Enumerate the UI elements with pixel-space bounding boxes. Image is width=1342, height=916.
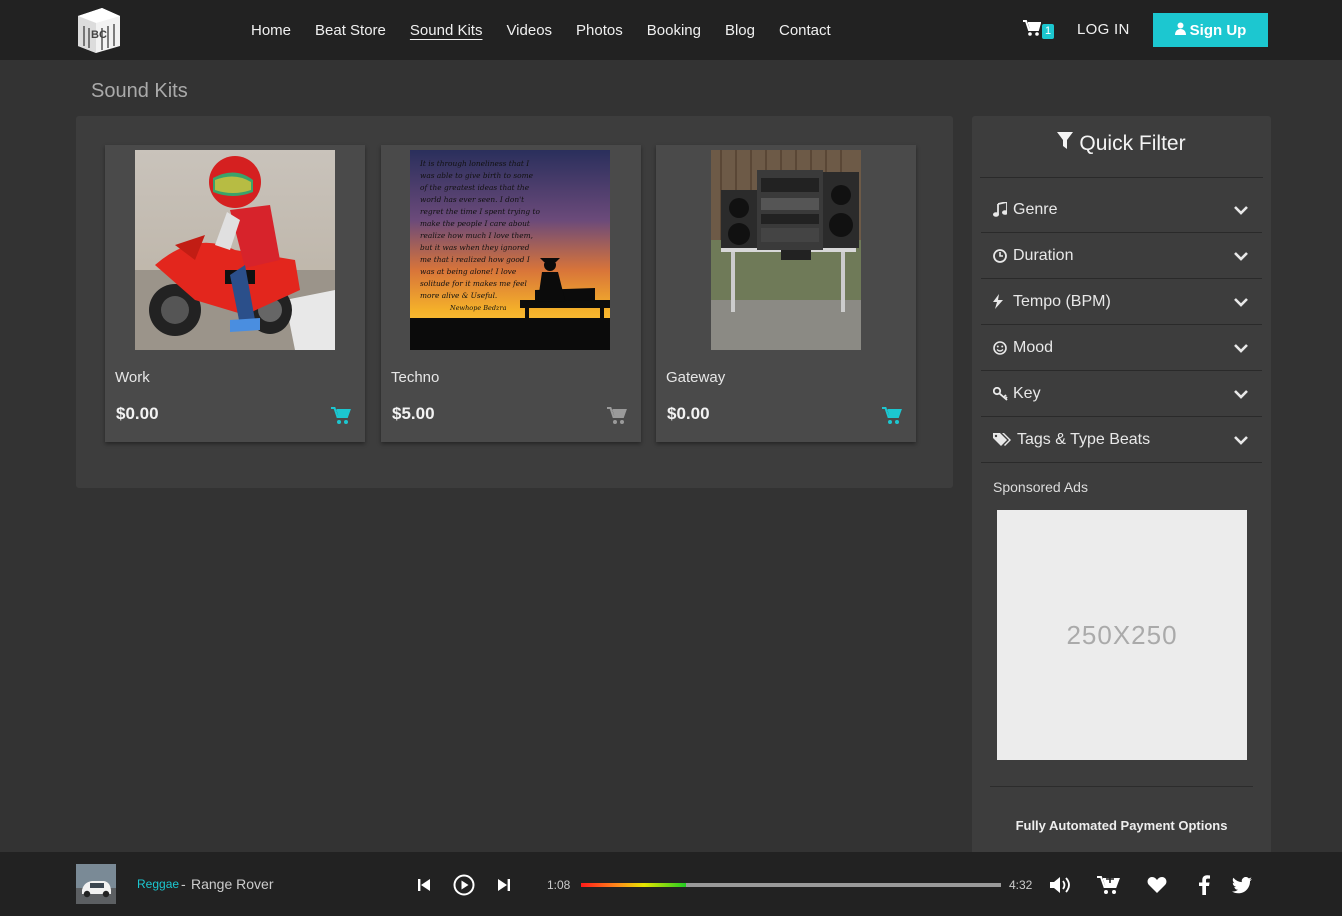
play-icon[interactable] [453, 874, 475, 896]
track-genre-link[interactable]: Reggae [137, 877, 179, 891]
heart-icon[interactable] [1146, 874, 1168, 896]
ad-placeholder[interactable]: 250X250 [997, 510, 1247, 760]
add-to-cart-icon[interactable] [1097, 874, 1121, 896]
nav-beat-store[interactable]: Beat Store [315, 22, 386, 39]
filter-label: Tags & Type Beats [1017, 430, 1151, 448]
svg-text:me that i realized how good I: me that i realized how good I [420, 255, 531, 264]
nav-videos[interactable]: Videos [506, 22, 552, 39]
product-card[interactable]: It is through loneliness that I was able… [381, 145, 641, 442]
quick-filter-title: Quick Filter [1079, 132, 1186, 155]
filter-genre[interactable]: Genre [981, 187, 1262, 233]
track-progress-bar[interactable] [581, 883, 1001, 887]
svg-text:was able to give birth to some: was able to give birth to some [420, 171, 534, 180]
product-card[interactable]: Gateway $0.00 [656, 145, 916, 442]
product-image-stereo[interactable] [711, 150, 861, 350]
sign-up-label: Sign Up [1189, 21, 1247, 39]
svg-text:but it was when they ignored: but it was when they ignored [420, 243, 530, 252]
twitter-icon[interactable] [1231, 874, 1253, 896]
chevron-down-icon[interactable] [1234, 295, 1248, 309]
sponsored-ads-label: Sponsored Ads [993, 479, 1088, 495]
current-time: 1:08 [547, 878, 571, 892]
site-logo[interactable]: BC [76, 6, 122, 54]
chevron-down-icon[interactable] [1234, 341, 1248, 355]
chevron-down-icon[interactable] [1234, 249, 1248, 263]
svg-text:solitude for it makes me feel: solitude for it makes me feel [420, 279, 528, 288]
filter-label: Duration [1013, 246, 1074, 264]
quick-filter-heading: Quick Filter [972, 132, 1271, 156]
product-price: $0.00 [116, 404, 159, 423]
clock-icon [993, 247, 1011, 265]
svg-text:more alive & Useful.: more alive & Useful. [420, 291, 497, 300]
bolt-icon [993, 293, 1011, 311]
sign-up-button[interactable]: Sign Up [1153, 13, 1268, 47]
smile-icon [993, 339, 1011, 357]
audio-player-bar: Reggae - Range Rover 1:08 4:32 [0, 852, 1342, 916]
product-name[interactable]: Gateway [666, 369, 725, 386]
svg-text:of the greatest ideas that the: of the greatest ideas that the [420, 183, 530, 192]
filter-mood[interactable]: Mood [981, 325, 1262, 371]
previous-track-icon[interactable] [413, 874, 435, 896]
product-grid: Work $0.00 It is through loneliness that… [76, 116, 953, 488]
nav-home[interactable]: Home [251, 22, 291, 39]
tags-icon [993, 431, 1015, 449]
filter-label: Genre [1013, 200, 1058, 218]
filter-tempo[interactable]: Tempo (BPM) [981, 279, 1262, 325]
product-image-kid-motorbike[interactable] [135, 150, 335, 350]
filter-duration[interactable]: Duration [981, 233, 1262, 279]
payment-options-label: Fully Automated Payment Options [1015, 818, 1228, 833]
svg-text:was at being alone! I love: was at being alone! I love [420, 267, 517, 276]
total-time: 4:32 [1009, 878, 1033, 892]
nav-photos[interactable]: Photos [576, 22, 623, 39]
divider [980, 177, 1263, 178]
login-link[interactable]: LOG IN [1077, 21, 1130, 38]
quick-filter-sidebar: Quick Filter Genre Duration Tempo (BPM) … [972, 116, 1271, 856]
filter-label: Tempo (BPM) [1013, 292, 1111, 310]
page-title: Sound Kits [91, 80, 188, 102]
svg-text:It is through loneliness that: It is through loneliness that I [419, 159, 530, 168]
nav-sound-kits[interactable]: Sound Kits [410, 22, 483, 39]
music-note-icon [993, 201, 1011, 219]
track-thumbnail[interactable] [76, 864, 116, 904]
svg-text:regret the time I spent trying: regret the time I spent trying to [420, 207, 540, 216]
chevron-down-icon[interactable] [1234, 433, 1248, 447]
chevron-down-icon[interactable] [1234, 387, 1248, 401]
svg-text:world has ever seen. I don't: world has ever seen. I don't [420, 195, 524, 204]
add-to-cart-icon[interactable] [607, 407, 627, 425]
nav-blog[interactable]: Blog [725, 22, 755, 39]
add-to-cart-icon[interactable] [331, 407, 351, 425]
filter-label: Mood [1013, 338, 1054, 356]
top-navbar: BC Home Beat Store Sound Kits Videos Pho… [0, 0, 1342, 60]
product-price: $0.00 [667, 404, 710, 423]
facebook-icon[interactable] [1193, 874, 1215, 896]
chevron-down-icon[interactable] [1234, 203, 1248, 217]
nav-booking[interactable]: Booking [647, 22, 701, 39]
cart-icon [1023, 20, 1042, 42]
add-to-cart-icon[interactable] [882, 407, 902, 425]
product-name[interactable]: Work [115, 369, 150, 386]
track-separator: - [181, 876, 186, 892]
filter-label: Key [1013, 384, 1041, 402]
next-track-icon[interactable] [493, 874, 515, 896]
main-nav: Home Beat Store Sound Kits Videos Photos… [251, 0, 855, 60]
product-name[interactable]: Techno [391, 369, 439, 386]
volume-icon[interactable] [1049, 874, 1071, 896]
track-progress-fill [581, 883, 686, 887]
nav-contact[interactable]: Contact [779, 22, 831, 39]
svg-text:make the people I care about: make the people I care about [420, 219, 530, 228]
filter-key[interactable]: Key [981, 371, 1262, 417]
filter-tags[interactable]: Tags & Type Beats [981, 417, 1262, 463]
svg-text:Newhope Bedzra: Newhope Bedzra [449, 304, 507, 312]
product-card[interactable]: Work $0.00 [105, 145, 365, 442]
svg-text:realize how much I love them,: realize how much I love them, [420, 231, 533, 240]
cart-count-badge: 1 [1042, 23, 1055, 39]
filter-funnel-icon [1057, 132, 1074, 156]
svg-text:BC: BC [91, 29, 107, 41]
product-image-quote[interactable]: It is through loneliness that I was able… [410, 150, 610, 350]
key-icon [993, 385, 1011, 403]
product-price: $5.00 [392, 404, 435, 423]
user-icon [1174, 22, 1186, 39]
cart-button[interactable]: 1 [1023, 20, 1057, 42]
divider [990, 786, 1253, 787]
track-title: Range Rover [191, 876, 274, 892]
